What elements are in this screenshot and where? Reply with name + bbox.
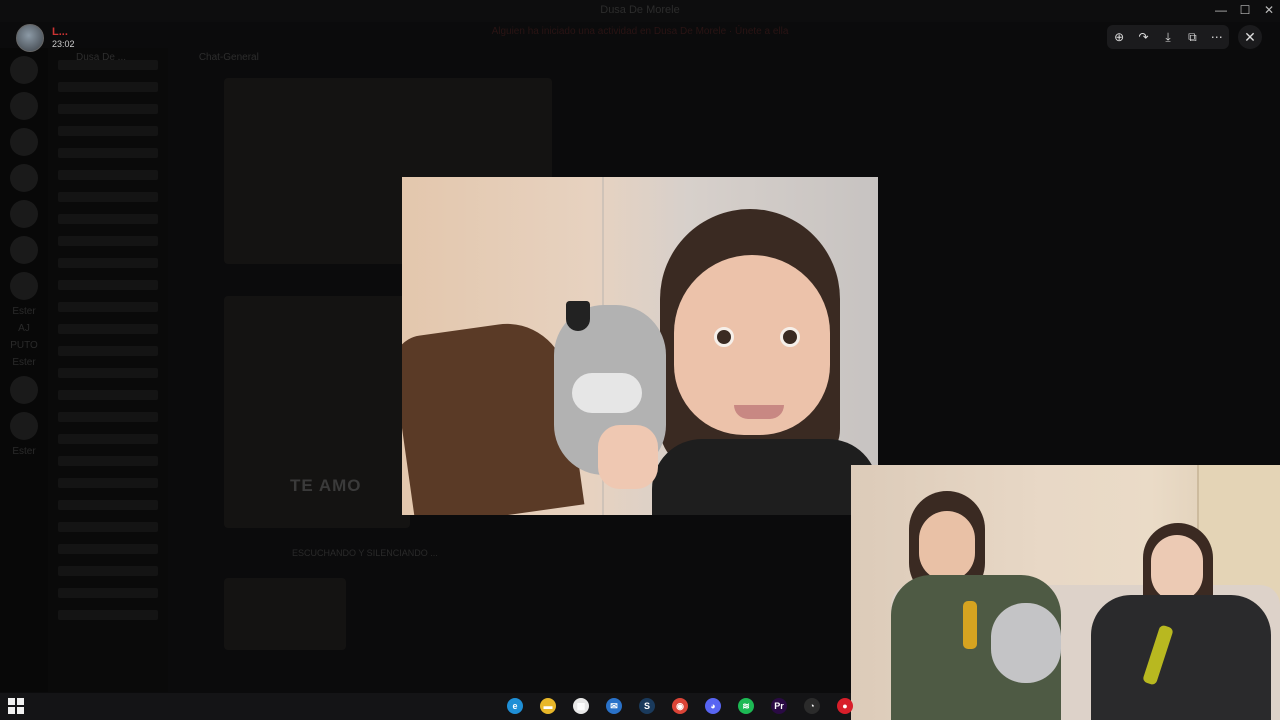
server-icon[interactable]	[10, 412, 38, 440]
channel-row[interactable]	[58, 258, 158, 268]
store-glyph: ▦	[573, 698, 589, 714]
server-icon[interactable]	[10, 92, 38, 120]
app-red-glyph: ●	[837, 698, 853, 714]
server-icon[interactable]	[10, 200, 38, 228]
store-icon[interactable]: ▦	[568, 695, 594, 717]
taskbar: e ▬ ▦ ✉ S ◉ ◕ ≋ Pr ◔ ●	[0, 693, 853, 720]
channel-row[interactable]	[58, 214, 158, 224]
channel-row[interactable]	[58, 82, 158, 92]
channel-row[interactable]	[58, 610, 158, 620]
premiere-icon[interactable]: Pr	[766, 695, 792, 717]
channel-row[interactable]	[58, 588, 158, 598]
side-label: Ester	[12, 306, 36, 317]
steam-glyph: S	[639, 698, 655, 714]
window-close-button[interactable]: ✕	[1258, 3, 1280, 17]
obs-icon[interactable]: ◔	[799, 695, 825, 717]
avatar[interactable]	[16, 24, 44, 52]
side-label: Ester	[12, 446, 36, 457]
uploader-name[interactable]: L...	[52, 26, 75, 38]
app-red-icon[interactable]: ●	[832, 695, 858, 717]
chat-image-thumb[interactable]	[224, 578, 346, 650]
premiere-glyph: Pr	[771, 698, 787, 714]
channel-row[interactable]	[58, 390, 158, 400]
channel-row[interactable]	[58, 346, 158, 356]
upload-time: 23:02	[52, 39, 75, 49]
viewer-close-button[interactable]: ✕	[1238, 25, 1262, 49]
discord-icon[interactable]: ◕	[700, 695, 726, 717]
webcam-overlay	[851, 465, 1280, 720]
channel-row[interactable]	[58, 456, 158, 466]
chrome-glyph: ◉	[672, 698, 688, 714]
spotify-glyph: ≋	[738, 698, 754, 714]
channel-row[interactable]	[58, 170, 158, 180]
channel-row[interactable]	[58, 324, 158, 334]
server-icon[interactable]	[10, 56, 38, 84]
channel-row[interactable]	[58, 104, 158, 114]
channel-row[interactable]	[58, 126, 158, 136]
server-icon[interactable]	[10, 236, 38, 264]
steam-icon[interactable]: S	[634, 695, 660, 717]
server-name: Dusa De ...	[76, 52, 127, 63]
viewer-toolbar: ⊕ ↷ ⤓ ⧉ ⋯	[1107, 25, 1229, 49]
channel-row[interactable]	[58, 412, 158, 422]
channel-row[interactable]	[58, 566, 158, 576]
edge-glyph: e	[507, 698, 523, 714]
viewed-image[interactable]	[402, 177, 878, 515]
more-icon[interactable]: ⋯	[1208, 30, 1226, 44]
minimize-button[interactable]: —	[1210, 3, 1232, 17]
channel-row[interactable]	[58, 500, 158, 510]
channel-row[interactable]	[58, 434, 158, 444]
file-explorer-glyph: ▬	[540, 698, 556, 714]
plush-toy	[991, 603, 1061, 683]
channel-list	[48, 48, 168, 692]
taskbar-apps: e ▬ ▦ ✉ S ◉ ◕ ≋ Pr ◔ ●	[502, 695, 865, 717]
channel-row[interactable]	[58, 368, 158, 378]
maximize-button[interactable]: ☐	[1234, 3, 1256, 17]
channel-row[interactable]	[58, 192, 158, 202]
channel-header: Dusa De ... Chat-General	[48, 52, 788, 72]
server-icon[interactable]	[10, 164, 38, 192]
windows-start-icon[interactable]	[8, 698, 24, 714]
uploader-info: L... 23:02	[16, 24, 75, 52]
channel-row[interactable]	[58, 236, 158, 246]
side-label: PUTO	[10, 340, 38, 351]
forward-icon[interactable]: ↷	[1135, 30, 1153, 44]
file-explorer-icon[interactable]: ▬	[535, 695, 561, 717]
channel-row[interactable]	[58, 148, 158, 158]
zoom-icon[interactable]: ⊕	[1110, 30, 1128, 44]
open-external-icon[interactable]: ⧉	[1183, 30, 1201, 45]
channel-row[interactable]	[58, 280, 158, 290]
window-titlebar: Dusa De Morele — ☐ ✕	[0, 0, 1280, 22]
discord-glyph: ◕	[705, 698, 721, 714]
chrome-icon[interactable]: ◉	[667, 695, 693, 717]
server-icon[interactable]	[10, 272, 38, 300]
channel-row[interactable]	[58, 522, 158, 532]
channel-name: Chat-General	[198, 52, 259, 63]
server-list: Ester AJ PUTO Ester Ester	[0, 48, 48, 692]
chat-status-text: ESCUCHANDO Y SILENCIANDO ...	[292, 548, 438, 558]
download-icon[interactable]: ⤓	[1159, 30, 1177, 45]
mail-icon[interactable]: ✉	[601, 695, 627, 717]
channel-row[interactable]	[58, 302, 158, 312]
edge-icon[interactable]: e	[502, 695, 528, 717]
channel-row[interactable]	[58, 544, 158, 554]
server-icon[interactable]	[10, 376, 38, 404]
window-title: Dusa De Morele	[600, 4, 680, 16]
chat-image-caption: TE AMO	[290, 476, 362, 495]
side-label: Ester	[12, 357, 36, 368]
side-label: AJ	[18, 323, 30, 334]
obs-glyph: ◔	[804, 698, 820, 714]
activity-banner: Alguien ha iniciado una actividad en Dus…	[491, 26, 789, 37]
server-icon[interactable]	[10, 128, 38, 156]
spotify-icon[interactable]: ≋	[733, 695, 759, 717]
mail-glyph: ✉	[606, 698, 622, 714]
channel-row[interactable]	[58, 478, 158, 488]
